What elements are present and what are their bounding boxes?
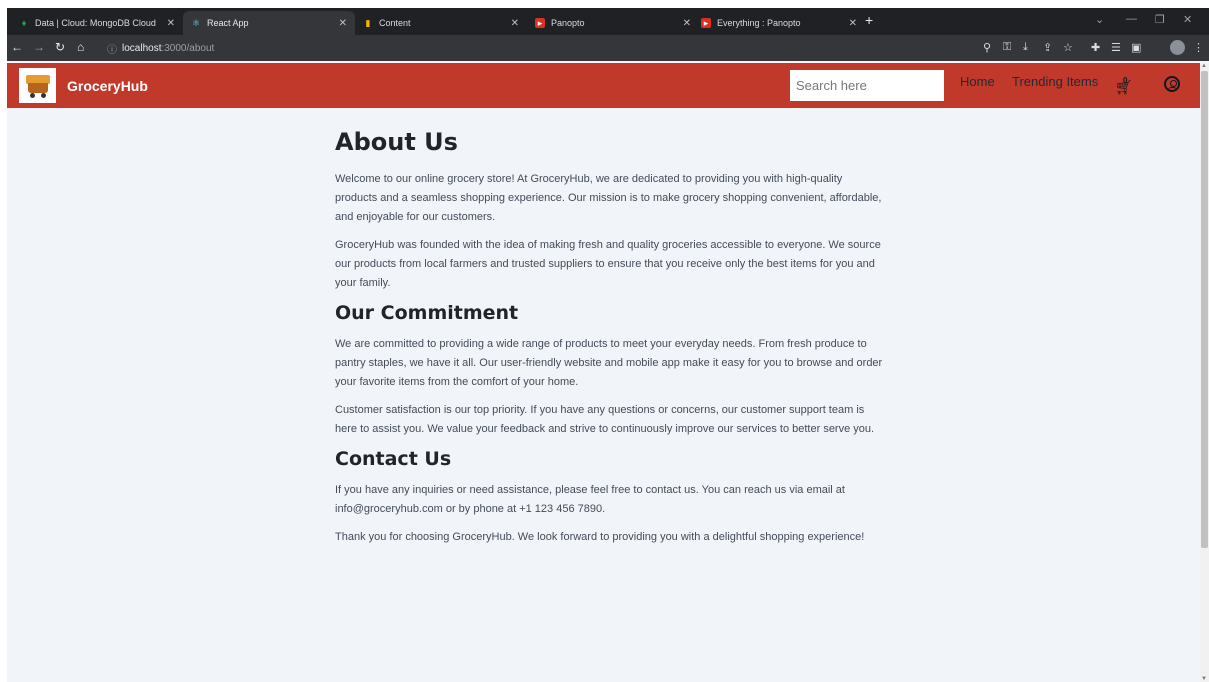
about-paragraph-2: GroceryHub was founded with the idea of … bbox=[335, 239, 881, 289]
close-icon[interactable]: ✕ bbox=[683, 18, 691, 29]
scroll-down-arrow-icon[interactable]: ▼ bbox=[1201, 676, 1207, 682]
location-pin-icon[interactable]: ⚲ bbox=[983, 41, 991, 54]
contact-paragraph-2: Thank you for choosing GroceryHub. We lo… bbox=[335, 531, 865, 543]
tab-strip: ♦ Data | Cloud: MongoDB Cloud ✕ ⚛ React … bbox=[7, 8, 1209, 35]
commitment-paragraph-2: Customer satisfaction is our top priorit… bbox=[335, 404, 875, 435]
scrollbar-thumb[interactable] bbox=[1201, 71, 1208, 548]
mongodb-leaf-icon: ♦ bbox=[21, 18, 27, 28]
grocery-basket-logo[interactable] bbox=[19, 68, 56, 103]
tab-content[interactable]: ▮ Content ✕ bbox=[355, 11, 527, 35]
url-host: localhost bbox=[122, 42, 162, 54]
site-info-icon[interactable]: ⓘ bbox=[107, 41, 117, 56]
share-icon[interactable]: ⇪ bbox=[1043, 41, 1052, 54]
tab-mongodb[interactable]: ♦ Data | Cloud: MongoDB Cloud ✕ bbox=[11, 11, 183, 35]
about-paragraph-1: Welcome to our online grocery store! At … bbox=[335, 173, 882, 223]
close-icon[interactable]: ✕ bbox=[511, 18, 519, 29]
reading-list-icon[interactable]: ☰ bbox=[1111, 41, 1121, 54]
tab-everything-panopto[interactable]: ▸ Everything : Panopto ✕ bbox=[693, 11, 865, 35]
nav-link-trending-items[interactable]: Trending Items bbox=[1012, 74, 1098, 89]
reload-icon[interactable]: ↻ bbox=[55, 40, 65, 54]
react-icon: ⚛ bbox=[191, 17, 201, 28]
tab-panopto[interactable]: ▸ Panopto ✕ bbox=[527, 11, 699, 35]
browser-window: ♦ Data | Cloud: MongoDB Cloud ✕ ⚛ React … bbox=[7, 8, 1209, 682]
brand-name[interactable]: GroceryHub bbox=[67, 78, 148, 94]
close-icon[interactable]: ✕ bbox=[849, 18, 857, 29]
window-close-icon[interactable]: ✕ bbox=[1183, 13, 1192, 26]
basket-icon bbox=[24, 74, 52, 98]
our-commitment-heading: Our Commitment bbox=[335, 302, 519, 324]
bar-chart-icon: ▮ bbox=[365, 17, 371, 28]
new-tab-plus-icon[interactable]: + bbox=[865, 12, 873, 28]
app-navbar: GroceryHub Home Trending Items 🛒︎ 0 bbox=[7, 63, 1209, 108]
search-input[interactable] bbox=[790, 70, 944, 101]
back-arrow-icon[interactable]: ← bbox=[11, 40, 23, 54]
nav-link-home[interactable]: Home bbox=[960, 74, 995, 89]
address-bar[interactable]: ⓘ localhost :3000/about bbox=[107, 38, 967, 58]
install-icon[interactable]: ⤓ bbox=[1023, 41, 1028, 54]
side-panel-icon[interactable]: ▣ bbox=[1131, 41, 1141, 54]
bookmark-star-icon[interactable]: ☆ bbox=[1063, 41, 1073, 54]
key-icon[interactable]: ⚿ bbox=[1003, 41, 1011, 54]
restore-icon[interactable]: ❐ bbox=[1155, 13, 1165, 26]
contact-paragraph-1: If you have any inquiries or need assist… bbox=[335, 484, 845, 515]
tab-react-app[interactable]: ⚛ React App ✕ bbox=[183, 11, 355, 35]
forward-arrow-icon[interactable]: → bbox=[33, 40, 45, 54]
about-us-heading: About Us bbox=[335, 128, 458, 156]
about-page-content: About Us Welcome to our online grocery s… bbox=[335, 128, 885, 556]
menu-kebab-icon[interactable]: ⋮ bbox=[1193, 41, 1204, 54]
scroll-up-arrow-icon[interactable]: ▲ bbox=[1201, 63, 1207, 69]
user-account-icon[interactable] bbox=[1164, 76, 1180, 92]
minimize-icon[interactable]: — bbox=[1126, 13, 1137, 25]
close-icon[interactable]: ✕ bbox=[339, 18, 347, 29]
url-path: :3000/about bbox=[161, 42, 215, 54]
extensions-puzzle-icon[interactable]: ✚ bbox=[1091, 41, 1100, 54]
profile-avatar-icon[interactable] bbox=[1170, 40, 1185, 55]
browser-toolbar: ← → ↻ ⌂ ⓘ localhost :3000/about ⚲ ⚿ ⤓ ⇪ … bbox=[7, 35, 1209, 61]
home-icon[interactable]: ⌂ bbox=[77, 40, 84, 54]
close-icon[interactable]: ✕ bbox=[167, 18, 175, 29]
contact-us-heading: Contact Us bbox=[335, 448, 452, 470]
cart-count-badge: 0 bbox=[1123, 76, 1128, 85]
tab-search-chevron-icon[interactable]: ⌄ bbox=[1095, 13, 1104, 26]
commitment-paragraph-1: We are committed to providing a wide ran… bbox=[335, 338, 883, 388]
panopto-icon: ▸ bbox=[535, 18, 545, 28]
page-scrollbar[interactable]: ▲ ▼ bbox=[1200, 63, 1209, 682]
panopto-icon: ▸ bbox=[701, 18, 711, 28]
